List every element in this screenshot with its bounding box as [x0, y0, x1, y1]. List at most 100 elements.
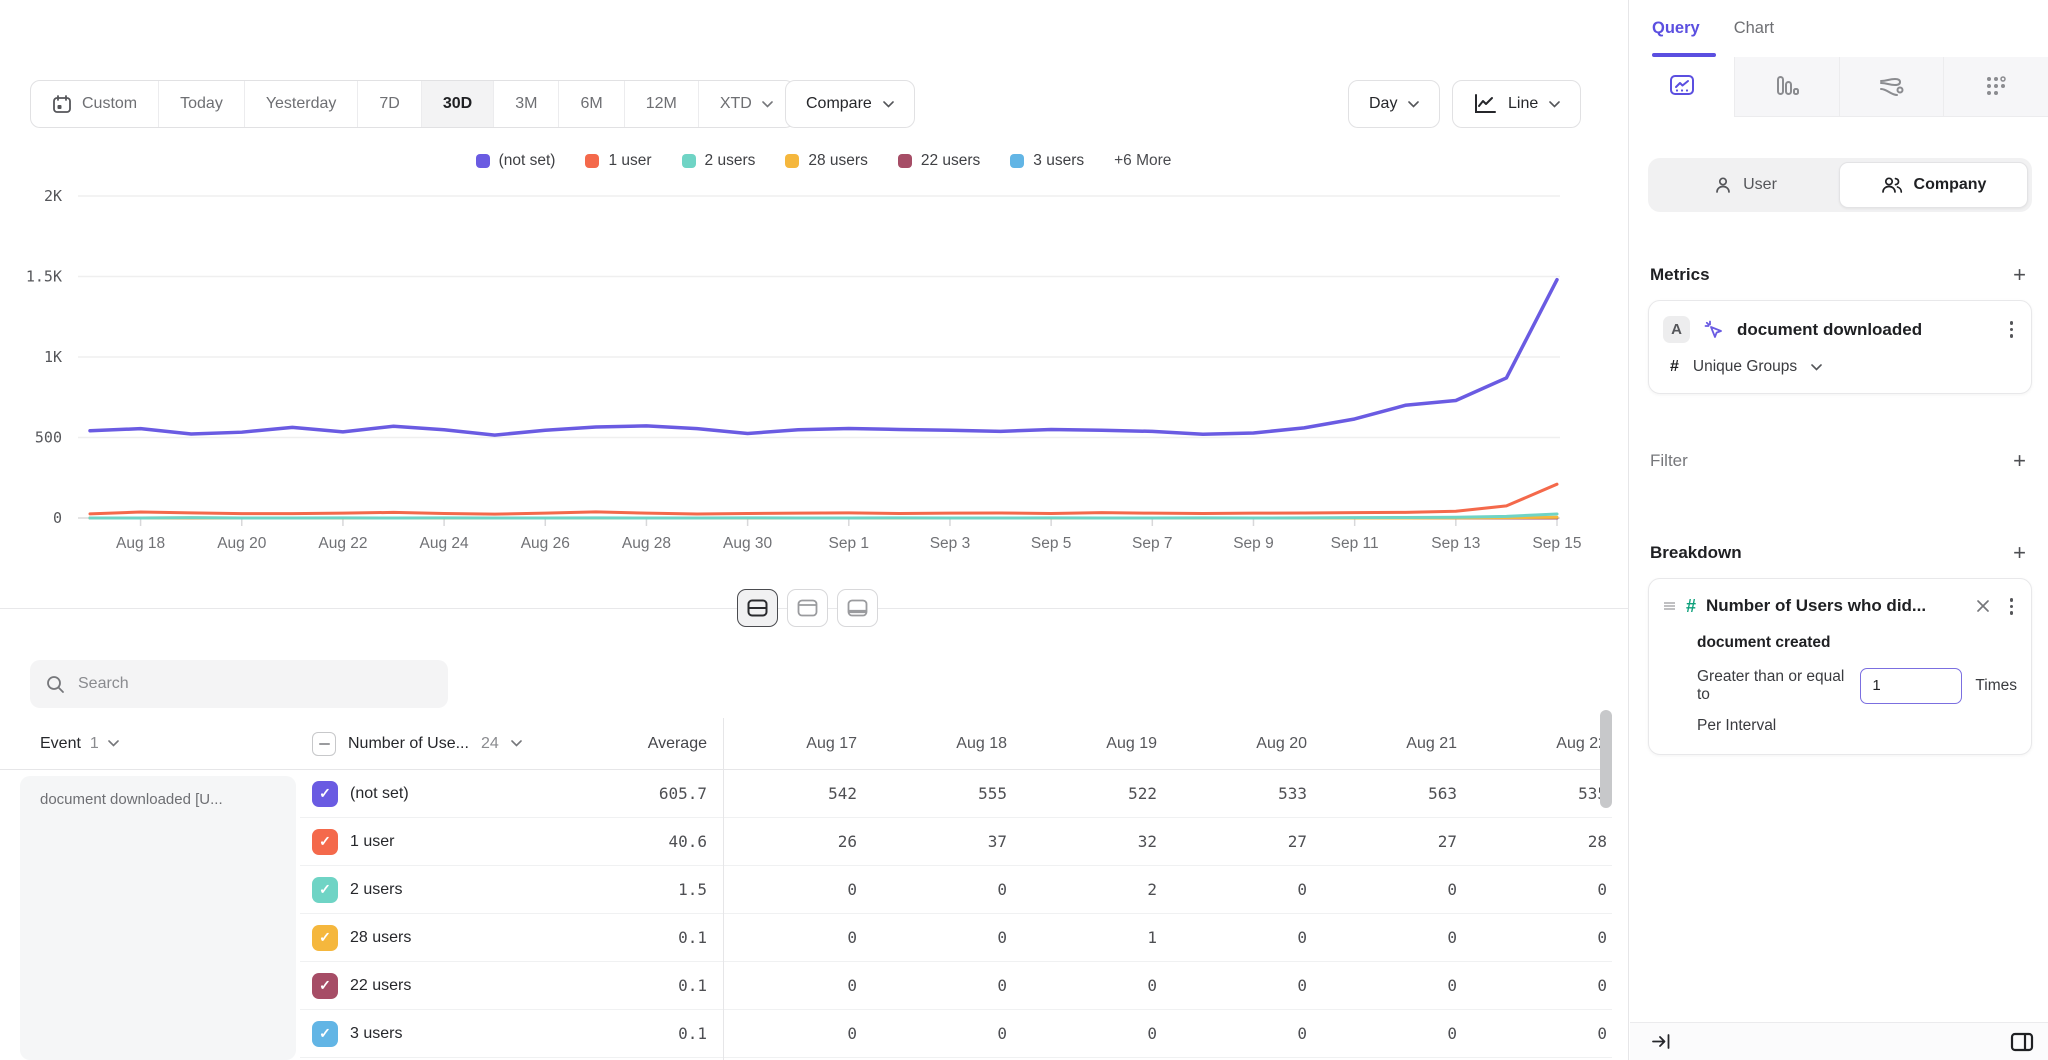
average-value: 0.1 [570, 928, 707, 947]
collapse-panel-icon[interactable] [1652, 1033, 1671, 1050]
column-divider [723, 718, 724, 1060]
legend-label: 1 user [608, 152, 651, 170]
series-checkbox[interactable]: ✓ [312, 877, 338, 903]
metric-badge: A [1663, 316, 1690, 343]
breakdown-card[interactable]: # Number of Users who did... document cr… [1648, 578, 2032, 755]
legend-label: (not set) [499, 152, 556, 170]
split-view-icon [747, 599, 768, 617]
series-label-cell: ✓ 1 user [300, 829, 570, 855]
legend-item[interactable]: 2 users [682, 152, 756, 170]
date-column-header[interactable]: Aug 20 [1157, 735, 1307, 753]
legend-item[interactable]: 22 users [898, 152, 980, 170]
legend-label: 22 users [921, 152, 980, 170]
times-input[interactable] [1860, 668, 1962, 704]
legend-item[interactable]: 28 users [785, 152, 867, 170]
metric-aggregation[interactable]: # Unique Groups [1663, 358, 2017, 376]
legend-swatch [682, 154, 696, 168]
chart-only-button[interactable] [787, 589, 828, 627]
legend-item[interactable]: 1 user [585, 152, 651, 170]
legend-swatch [476, 154, 490, 168]
date-range-label: 3M [515, 95, 537, 113]
table-row: ✓28 users0.1001000 [300, 914, 1612, 962]
scope-company-option[interactable]: Company [1839, 162, 2028, 208]
series-checkbox[interactable]: ✓ [312, 973, 338, 999]
tab-query[interactable]: Query [1652, 19, 1700, 38]
date-range-label: XTD [720, 95, 752, 113]
close-icon[interactable] [1976, 599, 1990, 613]
table-only-button[interactable] [837, 589, 878, 627]
scope-user-label: User [1743, 176, 1777, 194]
cell-value: 0 [1157, 976, 1307, 995]
date-range-30d[interactable]: 30D [422, 81, 494, 127]
cell-value: 0 [1307, 880, 1457, 899]
search-input[interactable] [78, 675, 432, 693]
series-name: 1 user [350, 833, 394, 851]
chart-legend: (not set) 1 user 2 users 28 users 22 users 3 … [90, 152, 1557, 170]
svg-text:Sep 5: Sep 5 [1031, 535, 1072, 552]
series-name: 2 users [350, 881, 402, 899]
line-chart-icon [1473, 93, 1497, 115]
line-chart-tab[interactable] [1630, 57, 1734, 117]
date-column-header[interactable]: Aug 21 [1307, 735, 1457, 753]
date-range-today[interactable]: Today [159, 81, 245, 127]
date-range-7d[interactable]: 7D [358, 81, 421, 127]
legend-item[interactable]: (not set) [476, 152, 556, 170]
series-name: 3 users [350, 1025, 402, 1043]
date-column-header[interactable]: Aug 18 [857, 735, 1007, 753]
date-range-custom[interactable]: Custom [31, 81, 159, 127]
series-column-header[interactable]: Number of Use... 24 [300, 732, 570, 756]
legend-more[interactable]: +6 More [1114, 152, 1171, 170]
series-checkbox[interactable]: ✓ [312, 1021, 338, 1047]
company-users-icon [1881, 176, 1903, 194]
select-all-checkbox[interactable] [312, 732, 336, 756]
compare-button[interactable]: Compare [785, 80, 915, 128]
grid-chart-tab[interactable] [1943, 57, 2048, 117]
date-range-12m[interactable]: 12M [625, 81, 699, 127]
split-view-button[interactable] [737, 589, 778, 627]
event-cell[interactable]: document downloaded [U... [20, 776, 296, 1060]
date-column-header[interactable]: Aug 22 [1457, 735, 1607, 753]
svg-text:Aug 18: Aug 18 [116, 535, 165, 552]
cell-value: 0 [1457, 1024, 1607, 1043]
date-range-6m[interactable]: 6M [559, 81, 624, 127]
bar-chart-tab[interactable] [1734, 57, 1839, 117]
metric-card-row: A document downloaded [1663, 316, 2017, 343]
metric-menu-button[interactable] [2006, 317, 2018, 342]
legend-item[interactable]: 3 users [1010, 152, 1084, 170]
date-column-header[interactable]: Aug 17 [707, 735, 857, 753]
cell-value: 32 [1007, 832, 1157, 851]
series-checkbox[interactable]: ✓ [312, 925, 338, 951]
user-icon [1714, 176, 1732, 194]
flow-chart-tab[interactable] [1839, 57, 1944, 117]
date-range-3m[interactable]: 3M [494, 81, 559, 127]
legend-swatch [1010, 154, 1024, 168]
add-filter-button[interactable]: + [2013, 450, 2026, 472]
cell-value: 0 [707, 928, 857, 947]
line-chart[interactable]: 05001K1.5K2KAug 18Aug 20Aug 22Aug 24Aug … [0, 180, 1620, 570]
series-checkbox[interactable]: ✓ [312, 829, 338, 855]
scope-user-option[interactable]: User [1652, 162, 1839, 208]
cell-value: 533 [1157, 784, 1307, 803]
event-column-header[interactable]: Event 1 [0, 735, 300, 753]
chart-type-button[interactable]: Line [1452, 80, 1581, 128]
table-only-icon [847, 599, 868, 617]
chevron-down-icon [108, 740, 119, 747]
breakdown-menu-button[interactable] [2006, 594, 2018, 619]
svg-text:Aug 28: Aug 28 [622, 535, 671, 552]
cell-value: 0 [1457, 880, 1607, 899]
drag-handle-icon[interactable] [1663, 601, 1676, 611]
metric-card[interactable]: A document downloaded # Unique Groups [1648, 300, 2032, 394]
add-metric-button[interactable]: + [2013, 264, 2026, 286]
legend-swatch [585, 154, 599, 168]
series-checkbox[interactable]: ✓ [312, 781, 338, 807]
tab-chart[interactable]: Chart [1734, 19, 1774, 38]
toggle-sidebar-icon[interactable] [2010, 1032, 2034, 1052]
date-column-header[interactable]: Aug 19 [1007, 735, 1157, 753]
date-range-yesterday[interactable]: Yesterday [245, 81, 359, 127]
date-range-label: 30D [443, 95, 472, 113]
table-scrollbar[interactable] [1600, 710, 1612, 808]
breakdown-event: document created [1697, 634, 2017, 652]
interval-button[interactable]: Day [1348, 80, 1440, 128]
add-breakdown-button[interactable]: + [2013, 542, 2026, 564]
date-range-xtd[interactable]: XTD [699, 81, 794, 127]
